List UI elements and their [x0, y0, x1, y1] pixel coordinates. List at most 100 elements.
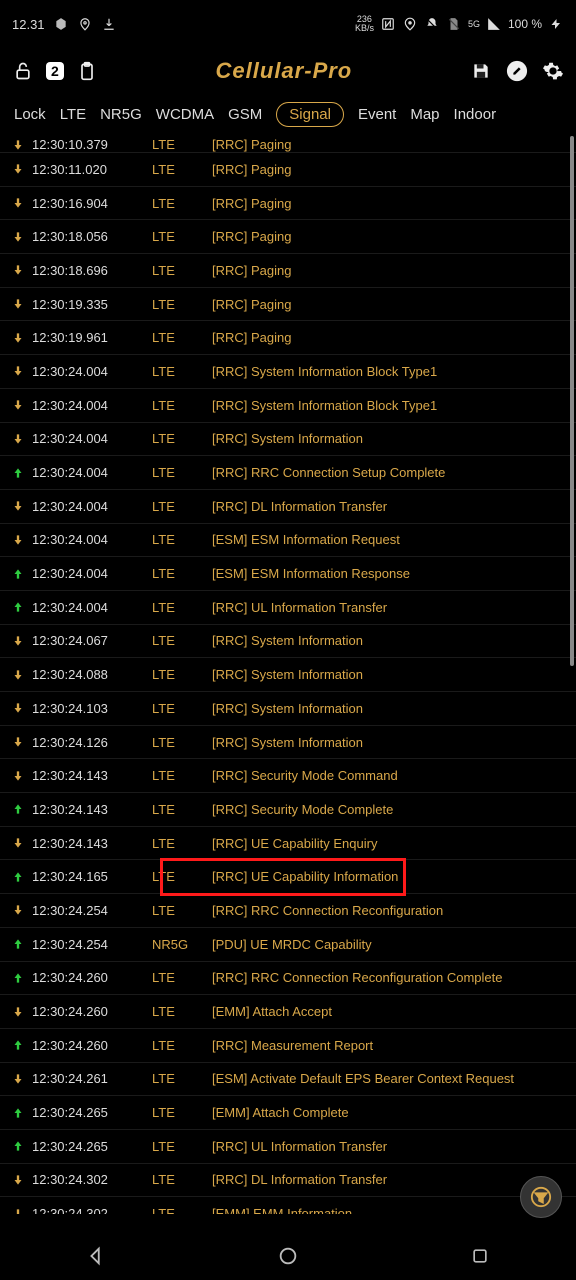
- save-button[interactable]: [468, 58, 494, 84]
- status-right: 236 KB/s 5G 100 %: [355, 15, 564, 33]
- tab-signal[interactable]: Signal: [276, 102, 344, 127]
- log-time: 12:30:24.004: [32, 566, 152, 581]
- log-list[interactable]: 12:30:10.379LTE[RRC] Paging12:30:11.020L…: [0, 134, 576, 1214]
- log-row[interactable]: 12:30:19.961LTE[RRC] Paging: [0, 321, 576, 355]
- log-message: [RRC] Measurement Report: [212, 1038, 576, 1053]
- arrow-down-icon: [4, 499, 32, 513]
- count-badge[interactable]: 2: [46, 62, 64, 80]
- sim-icon: [446, 16, 462, 32]
- app-title: Cellular-Pro: [110, 58, 458, 84]
- log-time: 12:30:19.961: [32, 330, 152, 345]
- log-row[interactable]: 12:30:24.143LTE[RRC] UE Capability Enqui…: [0, 827, 576, 861]
- log-row[interactable]: 12:30:24.254LTE[RRC] RRC Connection Reco…: [0, 894, 576, 928]
- log-row[interactable]: 12:30:24.302LTE[EMM] EMM Information: [0, 1197, 576, 1214]
- arrow-up-icon: [4, 802, 32, 816]
- log-row[interactable]: 12:30:24.004LTE[RRC] RRC Connection Setu…: [0, 456, 576, 490]
- log-row[interactable]: 12:30:18.696LTE[RRC] Paging: [0, 254, 576, 288]
- nav-recent[interactable]: [440, 1246, 520, 1266]
- log-message: [EMM] Attach Accept: [212, 1004, 576, 1019]
- log-row[interactable]: 12:30:24.067LTE[RRC] System Information: [0, 625, 576, 659]
- log-time: 12:30:24.260: [32, 970, 152, 985]
- log-row[interactable]: 12:30:24.261LTE[ESM] Activate Default EP…: [0, 1063, 576, 1097]
- log-tech: NR5G: [152, 937, 212, 952]
- log-message: [RRC] RRC Connection Setup Complete: [212, 465, 576, 480]
- log-row[interactable]: 12:30:24.088LTE[RRC] System Information: [0, 658, 576, 692]
- log-row[interactable]: 12:30:24.265LTE[EMM] Attach Complete: [0, 1096, 576, 1130]
- log-row[interactable]: 12:30:24.004LTE[RRC] UL Information Tran…: [0, 591, 576, 625]
- log-row[interactable]: 12:30:24.143LTE[RRC] Security Mode Compl…: [0, 793, 576, 827]
- tab-wcdma[interactable]: WCDMA: [156, 106, 214, 123]
- edit-button[interactable]: [504, 58, 530, 84]
- nav-back[interactable]: [56, 1245, 136, 1267]
- arrow-down-icon: [4, 398, 32, 412]
- log-row[interactable]: 12:30:18.056LTE[RRC] Paging: [0, 220, 576, 254]
- location-icon: [77, 16, 93, 32]
- tab-lock[interactable]: Lock: [14, 106, 46, 123]
- tab-lte[interactable]: LTE: [60, 106, 86, 123]
- settings-button[interactable]: [540, 58, 566, 84]
- clipboard-button[interactable]: [74, 58, 100, 84]
- log-row[interactable]: 12:30:16.904LTE[RRC] Paging: [0, 187, 576, 221]
- filter-fab[interactable]: [520, 1176, 562, 1218]
- log-tech: LTE: [152, 1105, 212, 1120]
- log-row[interactable]: 12:30:24.004LTE[RRC] DL Information Tran…: [0, 490, 576, 524]
- scrollbar[interactable]: [570, 136, 574, 666]
- log-row[interactable]: 12:30:24.004LTE[ESM] ESM Information Req…: [0, 524, 576, 558]
- log-time: 12:30:24.260: [32, 1004, 152, 1019]
- log-tech: LTE: [152, 1071, 212, 1086]
- log-tech: LTE: [152, 600, 212, 615]
- log-tech: LTE: [152, 869, 212, 884]
- log-time: 12:30:24.126: [32, 735, 152, 750]
- log-time: 12:30:10.379: [32, 137, 152, 152]
- log-time: 12:30:24.004: [32, 600, 152, 615]
- android-nav: [0, 1232, 576, 1280]
- nav-home[interactable]: [248, 1245, 328, 1267]
- tab-indoor[interactable]: Indoor: [454, 106, 497, 123]
- hex-icon: [53, 16, 69, 32]
- log-message: [RRC] DL Information Transfer: [212, 499, 576, 514]
- log-time: 12:30:24.143: [32, 802, 152, 817]
- log-time: 12:30:24.302: [32, 1172, 152, 1187]
- log-row[interactable]: 12:30:24.004LTE[RRC] System Information …: [0, 355, 576, 389]
- nfc-icon: [380, 16, 396, 32]
- log-row[interactable]: 12:30:11.020LTE[RRC] Paging: [0, 153, 576, 187]
- status-left: 12.31: [12, 16, 117, 32]
- log-row[interactable]: 12:30:24.004LTE[RRC] System Information …: [0, 389, 576, 423]
- log-row[interactable]: 12:30:24.254NR5G[PDU] UE MRDC Capability: [0, 928, 576, 962]
- log-time: 12:30:24.265: [32, 1105, 152, 1120]
- log-row[interactable]: 12:30:24.126LTE[RRC] System Information: [0, 726, 576, 760]
- log-row[interactable]: 12:30:24.004LTE[RRC] System Information: [0, 423, 576, 457]
- arrow-down-icon: [4, 903, 32, 917]
- log-row[interactable]: 12:30:24.260LTE[RRC] RRC Connection Reco…: [0, 962, 576, 996]
- lock-button[interactable]: [10, 58, 36, 84]
- log-row[interactable]: 12:30:24.004LTE[ESM] ESM Information Res…: [0, 557, 576, 591]
- log-tech: LTE: [152, 701, 212, 716]
- tab-nr5g[interactable]: NR5G: [100, 106, 142, 123]
- log-tech: LTE: [152, 297, 212, 312]
- log-row[interactable]: 12:30:24.265LTE[RRC] UL Information Tran…: [0, 1130, 576, 1164]
- log-row[interactable]: 12:30:24.143LTE[RRC] Security Mode Comma…: [0, 759, 576, 793]
- signal-icon: [486, 16, 502, 32]
- log-row[interactable]: 12:30:19.335LTE[RRC] Paging: [0, 288, 576, 322]
- arrow-up-icon: [4, 1038, 32, 1052]
- log-row[interactable]: 12:30:24.103LTE[RRC] System Information: [0, 692, 576, 726]
- log-tech: LTE: [152, 802, 212, 817]
- tab-event[interactable]: Event: [358, 106, 396, 123]
- log-message: [RRC] Paging: [212, 229, 576, 244]
- tab-gsm[interactable]: GSM: [228, 106, 262, 123]
- log-message: [RRC] System Information: [212, 701, 576, 716]
- log-time: 12:30:24.004: [32, 532, 152, 547]
- log-row[interactable]: 12:30:24.260LTE[RRC] Measurement Report: [0, 1029, 576, 1063]
- tab-map[interactable]: Map: [410, 106, 439, 123]
- arrow-down-icon: [4, 432, 32, 446]
- log-tech: LTE: [152, 836, 212, 851]
- arrow-down-icon: [4, 297, 32, 311]
- log-tech: LTE: [152, 970, 212, 985]
- log-row[interactable]: 12:30:10.379LTE[RRC] Paging: [0, 134, 576, 153]
- arrow-down-icon: [4, 1005, 32, 1019]
- log-row[interactable]: 12:30:24.260LTE[EMM] Attach Accept: [0, 995, 576, 1029]
- log-row[interactable]: 12:30:24.165LTE[RRC] UE Capability Infor…: [0, 860, 576, 894]
- log-row[interactable]: 12:30:24.302LTE[RRC] DL Information Tran…: [0, 1164, 576, 1198]
- arrow-up-icon: [4, 937, 32, 951]
- arrow-up-icon: [4, 870, 32, 884]
